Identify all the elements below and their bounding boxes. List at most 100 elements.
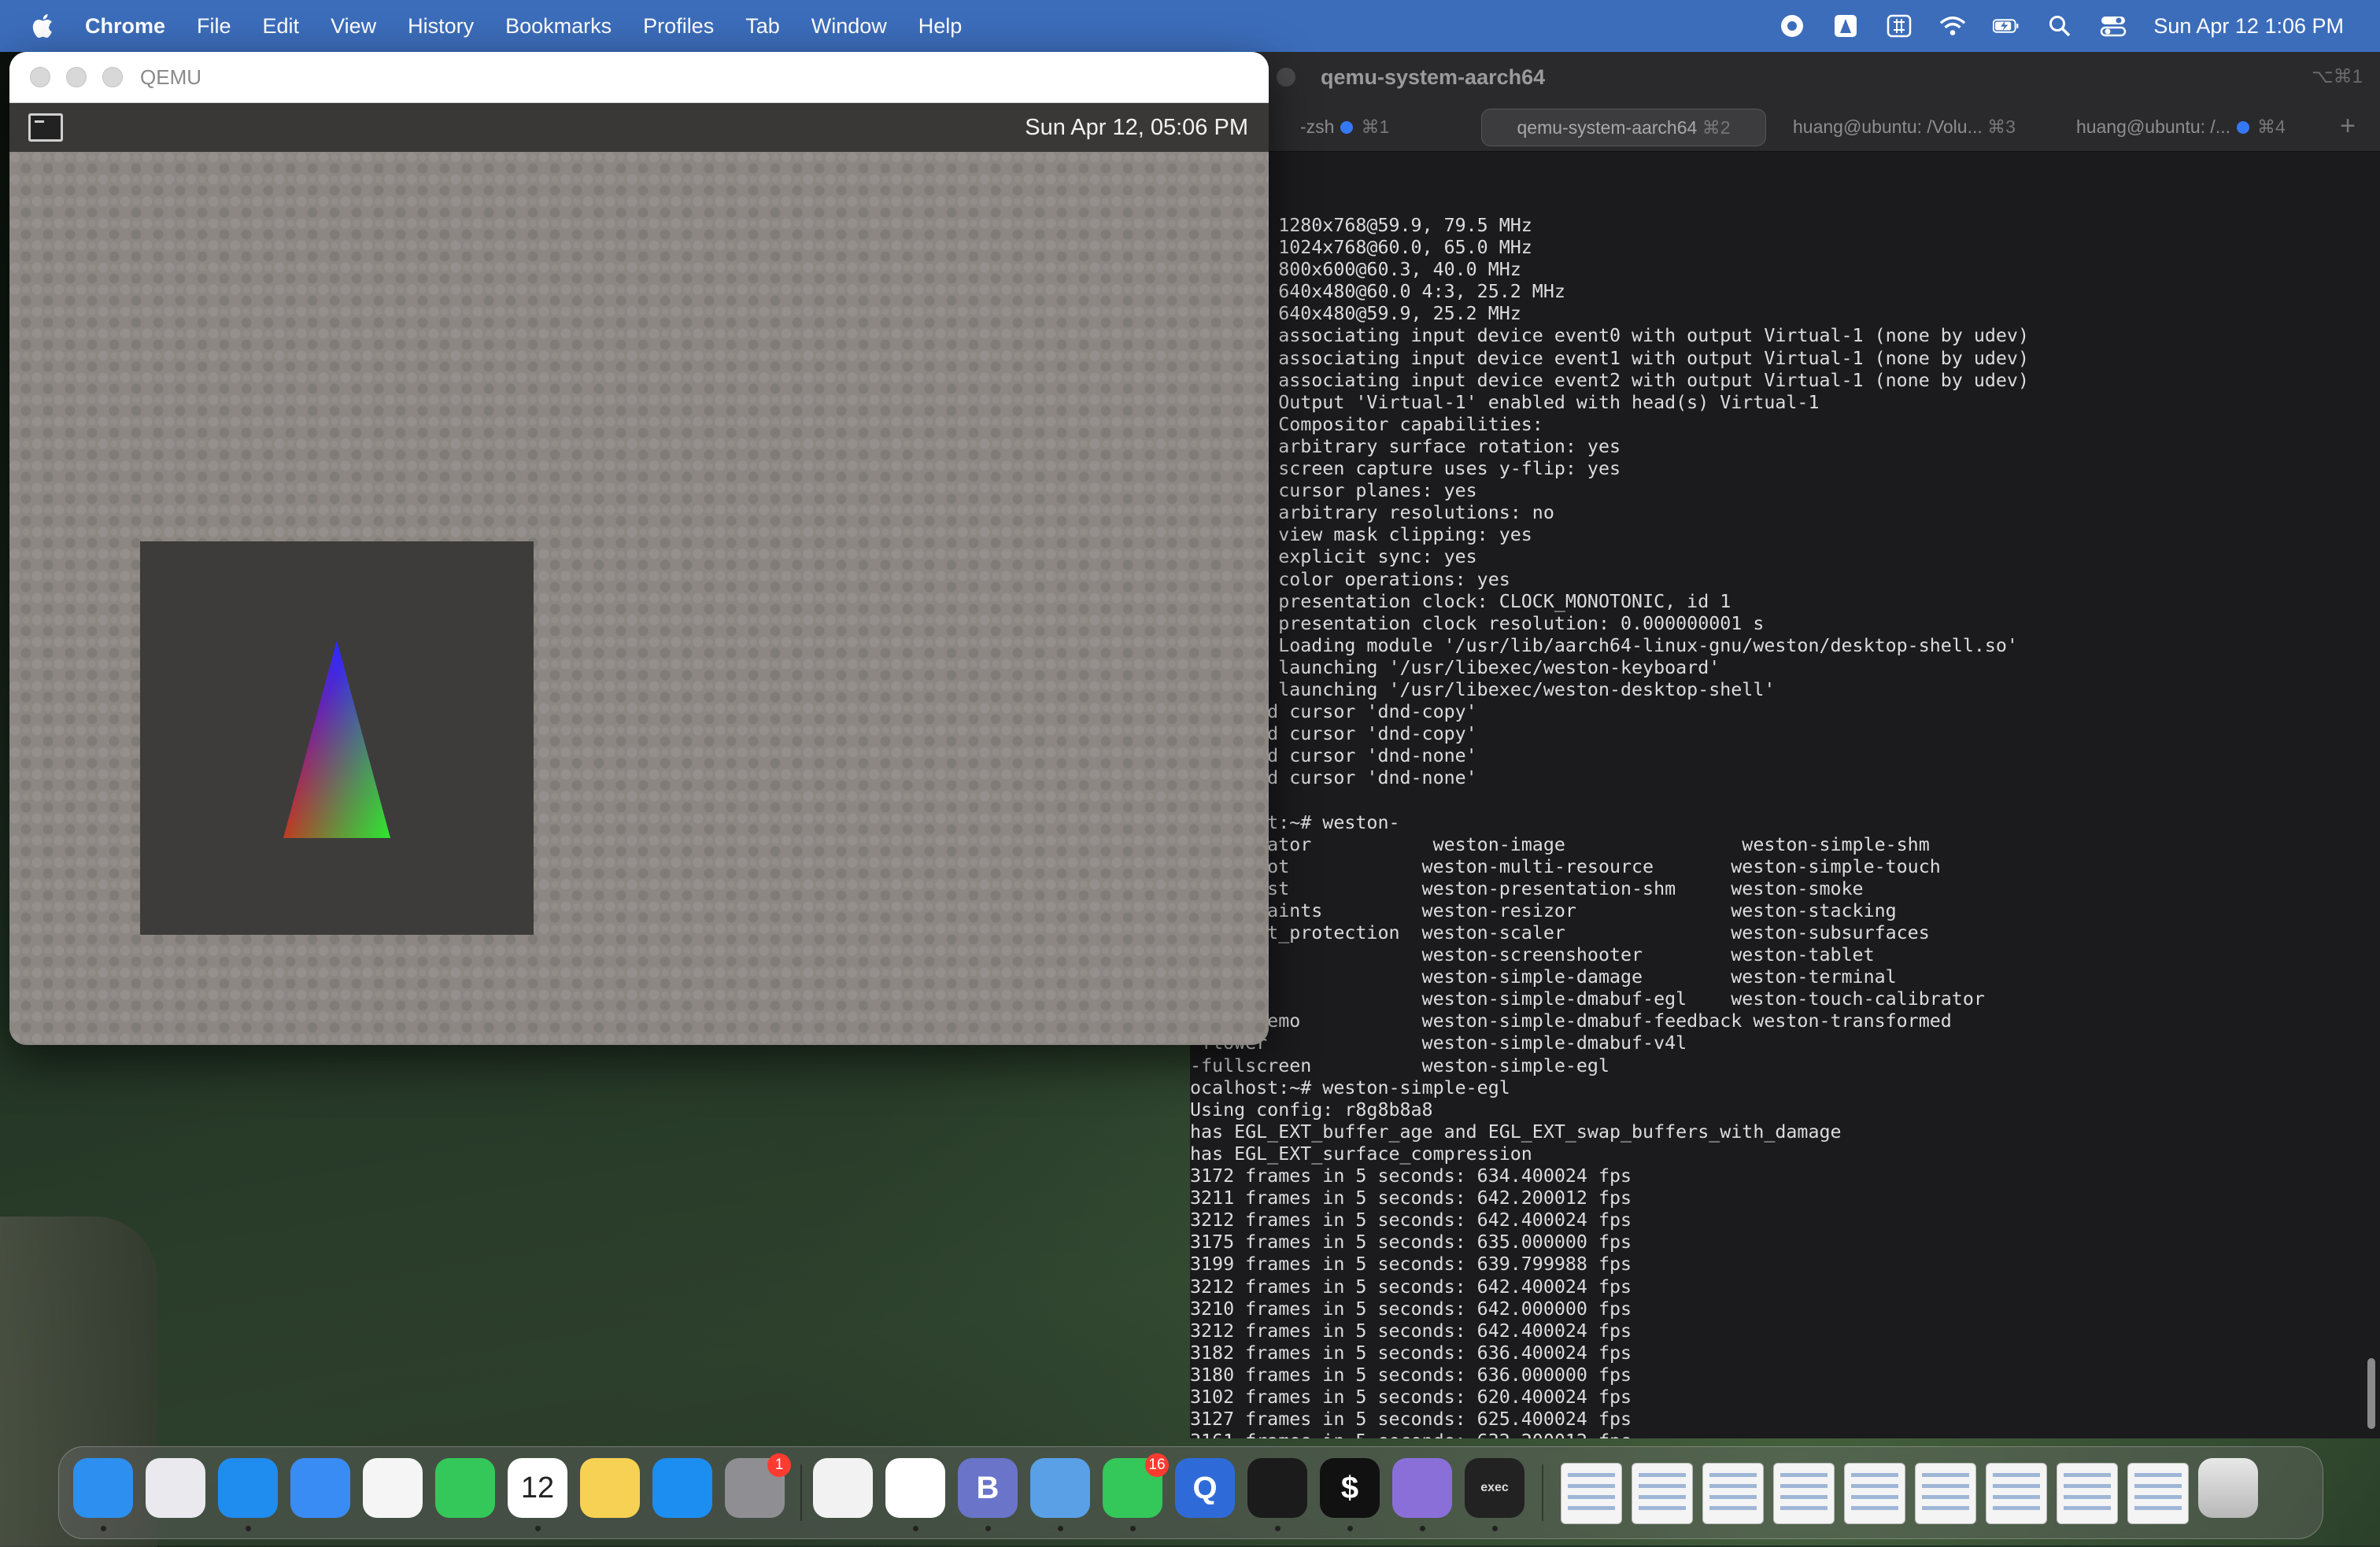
terminal-line: 22.316] associating input device event2 … bbox=[1190, 369, 2029, 391]
chrome-icon[interactable] bbox=[885, 1458, 945, 1518]
weston-desktop[interactable] bbox=[9, 152, 1269, 1045]
menu-window[interactable]: Window bbox=[811, 14, 887, 39]
running-indicator bbox=[1492, 1526, 1498, 1531]
battery-icon[interactable] bbox=[1993, 13, 2020, 39]
terminal-icon[interactable]: $ bbox=[1320, 1458, 1380, 1518]
photos-icon[interactable] bbox=[363, 1458, 423, 1518]
terminal-scrollbar[interactable] bbox=[2367, 1358, 2375, 1429]
menu-view[interactable]: View bbox=[331, 14, 376, 39]
minimized-window-thumbnail[interactable] bbox=[1986, 1463, 2047, 1524]
weston-panel: Sun Apr 12, 05:06 PM bbox=[9, 103, 1269, 152]
terminal-line: -content_protection weston-scaler weston… bbox=[1190, 922, 1930, 943]
minimize-button[interactable] bbox=[66, 67, 87, 87]
running-indicator bbox=[535, 1526, 541, 1531]
dock-icon-glyph: $ bbox=[1340, 1470, 1359, 1505]
running-indicator bbox=[1420, 1526, 1425, 1531]
tab-zsh[interactable]: -zsh ⌘1 bbox=[1300, 109, 1389, 145]
tab-shortcut: ⌘2 bbox=[1702, 117, 1731, 138]
terminal-line: presentation clock: CLOCK_MONOTONIC, id … bbox=[1190, 590, 1731, 612]
input-method-icon[interactable] bbox=[1886, 13, 1913, 39]
minimized-window-thumbnail[interactable] bbox=[1773, 1463, 1835, 1524]
minimized-window-thumbnail[interactable] bbox=[1915, 1463, 1976, 1524]
menu-tab[interactable]: Tab bbox=[745, 14, 780, 39]
new-tab-button[interactable]: + bbox=[2330, 109, 2366, 145]
minimized-window-thumbnail[interactable] bbox=[1632, 1463, 1693, 1524]
thumbnail-line bbox=[1709, 1495, 1757, 1499]
thumbnail-line bbox=[1568, 1484, 1615, 1488]
simple-egl-surface[interactable] bbox=[140, 541, 534, 935]
thumbnail-line bbox=[1780, 1473, 1828, 1477]
calendar-icon[interactable]: 12 bbox=[508, 1458, 567, 1518]
menu-history[interactable]: History bbox=[408, 14, 474, 39]
screen-record-icon[interactable] bbox=[1779, 13, 1805, 39]
terminal-line: -calibrator weston-image weston-simple-s… bbox=[1190, 833, 1930, 855]
menu-file[interactable]: File bbox=[197, 14, 231, 39]
launchpad-icon[interactable] bbox=[146, 1458, 205, 1518]
menu-profiles[interactable]: Profiles bbox=[643, 14, 714, 39]
running-indicator bbox=[913, 1526, 918, 1531]
menu-bookmarks[interactable]: Bookmarks bbox=[505, 14, 612, 39]
facetime-icon[interactable] bbox=[435, 1458, 495, 1518]
tab-qemu[interactable]: qemu-system-aarch64 ⌘2 bbox=[1481, 109, 1766, 146]
bbedit-icon[interactable]: B bbox=[958, 1458, 1018, 1518]
terminal-line: -fullscreen weston-simple-egl bbox=[1190, 1054, 1609, 1076]
thumbnail-line bbox=[2134, 1506, 2182, 1510]
thumbnail-line bbox=[1639, 1484, 1686, 1488]
safari-icon[interactable] bbox=[218, 1458, 278, 1518]
thumbnail-line bbox=[1922, 1495, 1969, 1499]
tab-ubuntu-volumes[interactable]: huang@ubuntu: /Volu... ⌘3 bbox=[1793, 109, 2016, 145]
a-icon[interactable] bbox=[1832, 13, 1859, 39]
messages-icon[interactable]: 16 bbox=[1103, 1453, 1169, 1518]
siri-icon[interactable] bbox=[1392, 1458, 1452, 1518]
thumbnail-line bbox=[1568, 1495, 1615, 1499]
menu-bar-clock[interactable]: Sun Apr 12 1:06 PM bbox=[2153, 14, 2344, 39]
wifi-icon[interactable] bbox=[1939, 13, 1966, 39]
terminal-tab-bar: -zsh ⌘1 qemu-system-aarch64 ⌘2 huang@ubun… bbox=[1190, 102, 2380, 152]
finder-icon[interactable] bbox=[73, 1458, 133, 1518]
menu-bar: Chrome File Edit View History Bookmarks … bbox=[0, 0, 2380, 52]
terminal-title: qemu-system-aarch64 bbox=[1321, 65, 1546, 89]
terminal-title-shortcut: ⌥⌘1 bbox=[2311, 66, 2363, 87]
minimized-window-thumbnail[interactable] bbox=[1561, 1463, 1622, 1524]
search-icon[interactable] bbox=[2046, 13, 2073, 39]
activity-monitor-icon[interactable] bbox=[1247, 1458, 1307, 1518]
system-settings-icon[interactable]: 1 bbox=[725, 1453, 791, 1518]
terminal-output[interactable]: 1280x768@59.9, 79.5 MHz 1024x768@60.0, 6… bbox=[1190, 152, 2363, 1438]
close-button[interactable] bbox=[30, 67, 50, 87]
qemu-titlebar[interactable]: QEMU bbox=[9, 52, 1269, 103]
terminal-line: 3212 frames in 5 seconds: 642.400024 fps bbox=[1190, 1276, 1632, 1298]
freeform-icon[interactable] bbox=[813, 1458, 873, 1518]
notes-icon[interactable] bbox=[580, 1458, 640, 1518]
disk-utility-icon[interactable] bbox=[1030, 1458, 1090, 1518]
thumbnail-line bbox=[1709, 1484, 1757, 1488]
exec-icon[interactable]: exec bbox=[1465, 1458, 1524, 1518]
mail-icon[interactable] bbox=[290, 1458, 350, 1518]
tab-ubuntu[interactable]: huang@ubuntu: /... ⌘4 bbox=[2076, 109, 2286, 145]
menu-edit[interactable]: Edit bbox=[263, 14, 300, 39]
terminal-line: presentation clock resolution: 0.0000000… bbox=[1190, 612, 1765, 634]
apple-icon[interactable] bbox=[30, 12, 58, 40]
menu-help[interactable]: Help bbox=[918, 14, 963, 39]
minimized-window-thumbnail[interactable] bbox=[1844, 1463, 1905, 1524]
control-center-icon[interactable] bbox=[2100, 13, 2127, 39]
terminal-line: 3199 frames in 5 seconds: 639.799988 fps bbox=[1190, 1253, 1632, 1276]
window-button[interactable] bbox=[1277, 68, 1295, 87]
dock-separator bbox=[1542, 1464, 1543, 1521]
quicktime-icon[interactable]: Q bbox=[1175, 1458, 1235, 1518]
terminal-line: -editor weston-simple-dmabuf-egl weston-… bbox=[1190, 988, 1985, 1010]
zoom-button[interactable] bbox=[102, 67, 123, 87]
terminal-line: not load cursor 'dnd-copy' bbox=[1190, 723, 1477, 745]
app-store-icon[interactable] bbox=[652, 1458, 712, 1518]
running-indicator bbox=[1130, 1526, 1136, 1531]
minimized-window-thumbnail[interactable] bbox=[2057, 1463, 2118, 1524]
terminal-line: -clickdot weston-multi-resource weston-s… bbox=[1190, 855, 1941, 877]
minimized-window-thumbnail[interactable] bbox=[1702, 1463, 1764, 1524]
app-menu[interactable]: Chrome bbox=[85, 14, 165, 39]
terminal-titlebar[interactable]: qemu-system-aarch64 ⌥⌘1 bbox=[1190, 52, 2380, 102]
trash-icon[interactable] bbox=[2198, 1458, 2258, 1518]
minimized-window-thumbnail[interactable] bbox=[2127, 1463, 2189, 1524]
terminal-launcher-icon[interactable] bbox=[28, 113, 63, 142]
thumbnail-line bbox=[1780, 1484, 1828, 1488]
terminal-line: 3211 frames in 5 seconds: 642.200012 fps bbox=[1190, 1187, 1632, 1209]
